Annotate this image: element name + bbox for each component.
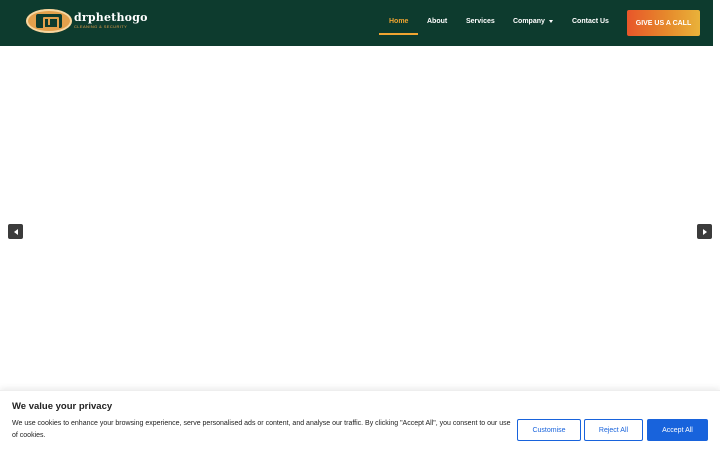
reject-all-button[interactable]: Reject All xyxy=(584,419,643,441)
chevron-right-icon xyxy=(702,228,707,235)
logo-tagline: CLEANING & SECURITY xyxy=(74,24,128,29)
logo-badge-icon xyxy=(26,9,72,33)
nav-services[interactable]: Services xyxy=(466,18,495,30)
page: drphethogo CLEANING & SECURITY Home Abou… xyxy=(0,0,720,450)
nav-company-label: Company xyxy=(513,18,545,25)
nav-contact-us[interactable]: Contact Us xyxy=(572,18,609,30)
chevron-left-icon xyxy=(13,228,18,235)
cookie-description: We use cookies to enhance your browsing … xyxy=(12,420,511,439)
nav-company[interactable]: Company xyxy=(513,18,553,30)
customise-button[interactable]: Customise xyxy=(517,419,581,441)
caret-down-icon xyxy=(548,19,553,23)
nav-home[interactable]: Home xyxy=(389,18,408,30)
cookie-title: We value your privacy xyxy=(12,401,113,412)
slider-prev-button[interactable] xyxy=(8,224,23,239)
slider-next-button[interactable] xyxy=(697,224,712,239)
logo-name: drphethogo xyxy=(74,11,148,24)
hero-slider xyxy=(0,46,720,390)
accept-all-button[interactable]: Accept All xyxy=(647,419,708,441)
nav-about[interactable]: About xyxy=(427,18,447,30)
give-us-a-call-button[interactable]: GIVE US A CALL xyxy=(627,10,700,36)
nav-active-indicator xyxy=(379,33,418,35)
site-logo[interactable]: drphethogo CLEANING & SECURITY xyxy=(26,9,148,33)
cookie-consent-banner: We value your privacy We use cookies to … xyxy=(0,390,720,450)
site-header: drphethogo CLEANING & SECURITY Home Abou… xyxy=(0,0,713,46)
